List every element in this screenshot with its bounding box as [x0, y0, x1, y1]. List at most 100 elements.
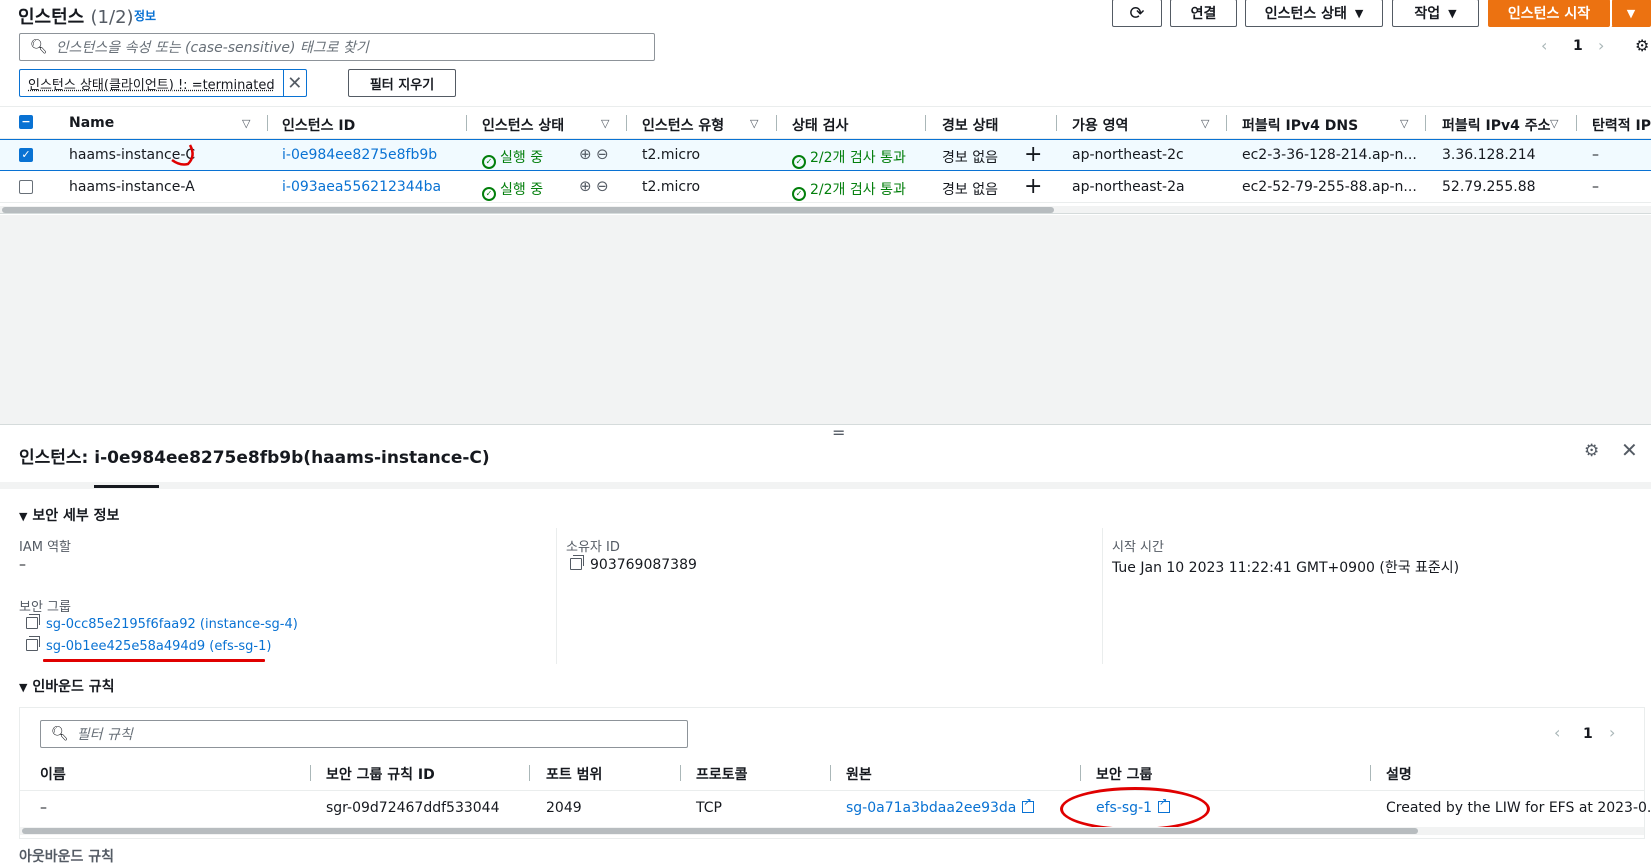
sort-icon[interactable]: ▽ [601, 117, 609, 130]
copy-icon[interactable] [26, 614, 40, 629]
actions-label: 작업 [1414, 6, 1441, 22]
source-text: sg-0a71a3bdaa2ee93da [846, 800, 1017, 816]
source-link[interactable]: sg-0a71a3bdaa2ee93da [846, 797, 1035, 816]
col-rule-id[interactable]: 보안 그룹 규칙 ID [326, 764, 435, 784]
table-scrollbar[interactable] [0, 206, 1651, 214]
col-availability-zone[interactable]: 가용 영역 [1072, 115, 1128, 135]
col-instance-state[interactable]: 인스턴스 상태 [482, 115, 564, 135]
rule-name: – [40, 800, 47, 816]
col-port-range[interactable]: 포트 범위 [546, 764, 602, 784]
col-security-group[interactable]: 보안 그룹 [1096, 764, 1152, 784]
col-divider[interactable] [680, 765, 681, 781]
col-divider[interactable] [267, 115, 268, 131]
col-protocol[interactable]: 프로토콜 [696, 764, 748, 784]
row-checkbox[interactable]: ✓ [19, 148, 33, 162]
caret-down-icon: ▼ [1626, 6, 1636, 20]
settings-icon[interactable]: ⚙ [1635, 36, 1649, 55]
launch-instance-button[interactable]: 인스턴스 시작 [1488, 0, 1610, 27]
col-description[interactable]: 설명 [1386, 764, 1412, 784]
security-group-link[interactable]: sg-0cc85e2195f6faa92 (instance-sg-4) [26, 614, 298, 632]
filter-chip[interactable]: 인스턴스 상태(클라이언트) !: =terminated ✕ [19, 69, 307, 97]
clear-filters-button[interactable]: 필터 지우기 [348, 69, 456, 97]
sort-icon[interactable]: ▽ [1550, 117, 1558, 130]
col-elastic-ip[interactable]: 탄력적 IP [1592, 115, 1651, 135]
sort-icon[interactable]: ▽ [1400, 117, 1408, 130]
col-divider[interactable] [1226, 115, 1227, 131]
instance-state-button[interactable]: 인스턴스 상태 ▼ [1245, 0, 1383, 27]
split-panel-background [0, 215, 1651, 425]
col-instance-id[interactable]: 인스턴스 ID [282, 115, 355, 135]
refresh-button[interactable]: ⟳ [1112, 0, 1162, 27]
connect-button[interactable]: 연결 [1170, 0, 1237, 27]
col-divider[interactable] [529, 765, 530, 781]
col-divider[interactable] [1056, 115, 1057, 131]
col-status-check[interactable]: 상태 검사 [792, 115, 848, 135]
owner-id-text: 903769087389 [590, 557, 697, 573]
actions-button[interactable]: 작업 ▼ [1392, 0, 1479, 27]
next-page-icon[interactable]: › [1598, 36, 1604, 55]
zoom-in-icon[interactable]: ⊕ [579, 145, 592, 163]
zoom-out-icon[interactable]: ⊖ [596, 145, 609, 163]
col-divider[interactable] [466, 115, 467, 131]
search-input[interactable]: 🔍︎ 인스턴스을 속성 또는 (case-sensitive) 태그로 찾기 [19, 33, 655, 61]
copy-icon[interactable] [26, 636, 40, 651]
prev-page-icon[interactable]: ‹ [1541, 36, 1547, 55]
zoom-out-icon[interactable]: ⊖ [596, 177, 609, 195]
scrollbar-thumb[interactable] [22, 828, 1418, 834]
col-name[interactable]: Name [69, 115, 114, 131]
settings-icon[interactable]: ⚙ [1584, 441, 1599, 461]
add-alarm-icon[interactable]: + [1024, 174, 1042, 199]
col-alarm-status[interactable]: 경보 상태 [942, 115, 998, 135]
copy-icon[interactable] [570, 555, 584, 570]
check-circle-icon: ✓ [792, 155, 806, 169]
col-divider[interactable] [830, 765, 831, 781]
info-link[interactable]: 정보 [134, 7, 156, 24]
security-group-link[interactable]: sg-0b1ee425e58a494d9 (efs-sg-1) [26, 636, 271, 654]
sort-icon[interactable]: ▽ [750, 117, 758, 130]
col-divider[interactable] [310, 765, 311, 781]
col-instance-type[interactable]: 인스턴스 유형 [642, 115, 724, 135]
instance-id-link[interactable]: i-093aea556212344ba [282, 179, 441, 195]
col-divider[interactable] [1370, 765, 1371, 781]
detail-title: 인스턴스: i-0e984ee8275e8fb9b(haams-instance… [19, 448, 490, 468]
col-public-dns[interactable]: 퍼블릭 IPv4 DNS [1242, 115, 1358, 135]
prev-page-icon[interactable]: ‹ [1554, 723, 1560, 742]
scrollbar-thumb[interactable] [2, 207, 1054, 213]
protocol: TCP [696, 800, 722, 816]
col-rule-name[interactable]: 이름 [40, 764, 66, 784]
filter-rules-placeholder: 필터 규칙 [76, 727, 133, 743]
col-divider[interactable] [776, 115, 777, 131]
page-number[interactable]: 1 [1583, 726, 1593, 742]
table-row[interactable]: haams-instance-A i-093aea556212344ba ✓ 실행… [0, 171, 1651, 203]
remove-filter-icon[interactable]: ✕ [282, 70, 306, 96]
instance-state-label: 인스턴스 상태 [1264, 6, 1347, 22]
instance-id-link[interactable]: i-0e984ee8275e8fb9b [282, 147, 437, 163]
table-row[interactable]: ✓ haams-instance-C i-0e984ee8275e8fb9b ✓… [0, 139, 1651, 171]
col-public-ip[interactable]: 퍼블릭 IPv4 주소 [1442, 115, 1551, 135]
launch-dropdown-button[interactable]: ▼ [1611, 0, 1651, 27]
col-divider[interactable] [1080, 765, 1081, 781]
select-all-checkbox[interactable]: − [19, 115, 33, 129]
close-icon[interactable]: ✕ [1621, 438, 1638, 462]
add-alarm-icon[interactable]: + [1024, 142, 1042, 167]
column-divider [1102, 528, 1103, 664]
page-number[interactable]: 1 [1573, 38, 1583, 54]
security-section-toggle[interactable]: ▼ 보안 세부 정보 [19, 505, 119, 525]
filter-rules-input[interactable]: 🔍︎ 필터 규칙 [40, 720, 688, 748]
row-checkbox[interactable] [19, 180, 33, 194]
sort-icon[interactable]: ▽ [242, 117, 250, 130]
table-row[interactable]: – sgr-09d72467ddf533044 2049 TCP sg-0a71… [20, 787, 1651, 831]
col-source[interactable]: 원본 [846, 764, 872, 784]
next-page-icon[interactable]: › [1609, 723, 1615, 742]
inbound-section-toggle[interactable]: ▼ 인바운드 규칙 [19, 676, 115, 696]
col-divider[interactable] [925, 115, 926, 131]
inbound-scrollbar[interactable] [20, 827, 1644, 835]
resize-handle[interactable]: = [832, 423, 845, 442]
sort-icon[interactable]: ▽ [1201, 117, 1209, 130]
zoom-in-icon[interactable]: ⊕ [579, 177, 592, 195]
col-divider[interactable] [1576, 115, 1577, 131]
outbound-section-toggle[interactable]: 아웃바운드 규칙 [19, 846, 114, 866]
col-divider[interactable] [626, 115, 627, 131]
annotation-mark [171, 144, 194, 166]
col-divider[interactable] [1425, 115, 1426, 131]
